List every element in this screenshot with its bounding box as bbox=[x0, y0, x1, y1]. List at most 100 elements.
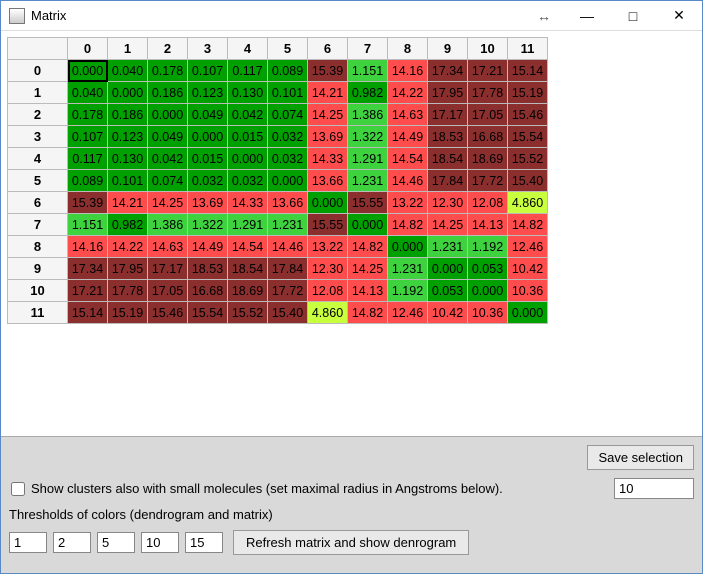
matrix-cell[interactable]: 0.186 bbox=[148, 82, 188, 104]
radius-input[interactable] bbox=[614, 478, 694, 499]
matrix-cell[interactable]: 1.386 bbox=[348, 104, 388, 126]
matrix-cell[interactable]: 14.46 bbox=[268, 236, 308, 258]
matrix-cell[interactable]: 12.30 bbox=[428, 192, 468, 214]
matrix-cell[interactable]: 17.72 bbox=[268, 280, 308, 302]
matrix-cell[interactable]: 1.386 bbox=[148, 214, 188, 236]
matrix-cell[interactable]: 10.42 bbox=[508, 258, 548, 280]
matrix-cell[interactable]: 14.33 bbox=[228, 192, 268, 214]
threshold-input-1[interactable] bbox=[53, 532, 91, 553]
matrix-cell[interactable]: 13.69 bbox=[308, 126, 348, 148]
matrix-cell[interactable]: 17.78 bbox=[468, 82, 508, 104]
matrix-cell[interactable]: 0.186 bbox=[108, 104, 148, 126]
threshold-input-3[interactable] bbox=[141, 532, 179, 553]
threshold-input-4[interactable] bbox=[185, 532, 223, 553]
matrix-cell[interactable]: 14.82 bbox=[508, 214, 548, 236]
row-header[interactable]: 6 bbox=[8, 192, 68, 214]
threshold-input-0[interactable] bbox=[9, 532, 47, 553]
matrix-cell[interactable]: 15.14 bbox=[68, 302, 108, 324]
matrix-cell[interactable]: 0.982 bbox=[348, 82, 388, 104]
row-header[interactable]: 7 bbox=[8, 214, 68, 236]
matrix-cell[interactable]: 15.52 bbox=[508, 148, 548, 170]
matrix-cell[interactable]: 0.101 bbox=[108, 170, 148, 192]
matrix-cell[interactable]: 15.19 bbox=[108, 302, 148, 324]
col-header[interactable]: 11 bbox=[508, 38, 548, 60]
matrix-cell[interactable]: 1.151 bbox=[68, 214, 108, 236]
matrix-cell[interactable]: 0.015 bbox=[188, 148, 228, 170]
matrix-cell[interactable]: 15.55 bbox=[348, 192, 388, 214]
matrix-cell[interactable]: 14.49 bbox=[188, 236, 228, 258]
matrix-cell[interactable]: 13.22 bbox=[388, 192, 428, 214]
matrix-cell[interactable]: 14.13 bbox=[348, 280, 388, 302]
matrix-cell[interactable]: 1.192 bbox=[468, 236, 508, 258]
matrix-cell[interactable]: 12.30 bbox=[308, 258, 348, 280]
row-header[interactable]: 11 bbox=[8, 302, 68, 324]
matrix-cell[interactable]: 0.178 bbox=[68, 104, 108, 126]
matrix-cell[interactable]: 17.21 bbox=[68, 280, 108, 302]
matrix-cell[interactable]: 15.14 bbox=[508, 60, 548, 82]
matrix-cell[interactable]: 0.000 bbox=[228, 148, 268, 170]
matrix-cell[interactable]: 0.040 bbox=[108, 60, 148, 82]
matrix-cell[interactable]: 14.13 bbox=[468, 214, 508, 236]
matrix-cell[interactable]: 0.000 bbox=[308, 192, 348, 214]
row-header[interactable]: 3 bbox=[8, 126, 68, 148]
row-header[interactable]: 9 bbox=[8, 258, 68, 280]
matrix-cell[interactable]: 0.123 bbox=[108, 126, 148, 148]
matrix-cell[interactable]: 1.322 bbox=[188, 214, 228, 236]
threshold-input-2[interactable] bbox=[97, 532, 135, 553]
matrix-cell[interactable]: 0.000 bbox=[388, 236, 428, 258]
matrix-cell[interactable]: 10.42 bbox=[428, 302, 468, 324]
matrix-cell[interactable]: 0.000 bbox=[108, 82, 148, 104]
matrix-cell[interactable]: 18.54 bbox=[428, 148, 468, 170]
matrix-cell[interactable]: 14.25 bbox=[148, 192, 188, 214]
matrix-cell[interactable]: 0.032 bbox=[188, 170, 228, 192]
col-header[interactable]: 7 bbox=[348, 38, 388, 60]
matrix-cell[interactable]: 0.049 bbox=[148, 126, 188, 148]
matrix-cell[interactable]: 0.000 bbox=[188, 126, 228, 148]
matrix-cell[interactable]: 1.322 bbox=[348, 126, 388, 148]
matrix-cell[interactable]: 17.95 bbox=[108, 258, 148, 280]
col-header[interactable]: 8 bbox=[388, 38, 428, 60]
matrix-cell[interactable]: 15.39 bbox=[308, 60, 348, 82]
matrix-cell[interactable]: 14.21 bbox=[108, 192, 148, 214]
matrix-cell[interactable]: 1.151 bbox=[348, 60, 388, 82]
matrix-cell[interactable]: 0.053 bbox=[468, 258, 508, 280]
matrix-cell[interactable]: 0.117 bbox=[228, 60, 268, 82]
matrix-cell[interactable]: 12.46 bbox=[508, 236, 548, 258]
matrix-cell[interactable]: 0.107 bbox=[68, 126, 108, 148]
matrix-cell[interactable]: 17.05 bbox=[468, 104, 508, 126]
matrix-cell[interactable]: 13.66 bbox=[308, 170, 348, 192]
matrix-cell[interactable]: 14.82 bbox=[348, 302, 388, 324]
col-header[interactable]: 2 bbox=[148, 38, 188, 60]
refresh-button[interactable]: Refresh matrix and show denrogram bbox=[233, 530, 469, 555]
matrix-cell[interactable]: 15.55 bbox=[308, 214, 348, 236]
matrix-cell[interactable]: 14.46 bbox=[388, 170, 428, 192]
matrix-cell[interactable]: 14.22 bbox=[108, 236, 148, 258]
matrix-cell[interactable]: 0.000 bbox=[468, 280, 508, 302]
matrix-cell[interactable]: 18.53 bbox=[188, 258, 228, 280]
matrix-cell[interactable]: 14.33 bbox=[308, 148, 348, 170]
matrix-cell[interactable]: 14.25 bbox=[308, 104, 348, 126]
row-header[interactable]: 2 bbox=[8, 104, 68, 126]
matrix-table[interactable]: 0123456789101100.0000.0400.1780.1070.117… bbox=[7, 37, 548, 324]
matrix-cell[interactable]: 1.231 bbox=[348, 170, 388, 192]
row-header[interactable]: 10 bbox=[8, 280, 68, 302]
col-header[interactable]: 10 bbox=[468, 38, 508, 60]
matrix-cell[interactable]: 4.860 bbox=[508, 192, 548, 214]
matrix-cell[interactable]: 14.82 bbox=[388, 214, 428, 236]
matrix-cell[interactable]: 0.130 bbox=[228, 82, 268, 104]
matrix-cell[interactable]: 0.049 bbox=[188, 104, 228, 126]
matrix-cell[interactable]: 0.178 bbox=[148, 60, 188, 82]
matrix-cell[interactable]: 15.19 bbox=[508, 82, 548, 104]
matrix-cell[interactable]: 0.015 bbox=[228, 126, 268, 148]
matrix-cell[interactable]: 0.000 bbox=[508, 302, 548, 324]
save-selection-button[interactable]: Save selection bbox=[587, 445, 694, 470]
matrix-cell[interactable]: 16.68 bbox=[468, 126, 508, 148]
matrix-cell[interactable]: 15.52 bbox=[228, 302, 268, 324]
matrix-cell[interactable]: 14.21 bbox=[308, 82, 348, 104]
matrix-cell[interactable]: 14.49 bbox=[388, 126, 428, 148]
matrix-cell[interactable]: 12.08 bbox=[308, 280, 348, 302]
matrix-cell[interactable]: 15.46 bbox=[508, 104, 548, 126]
matrix-cell[interactable]: 1.291 bbox=[228, 214, 268, 236]
matrix-cell[interactable]: 16.68 bbox=[188, 280, 228, 302]
matrix-cell[interactable]: 15.54 bbox=[188, 302, 228, 324]
